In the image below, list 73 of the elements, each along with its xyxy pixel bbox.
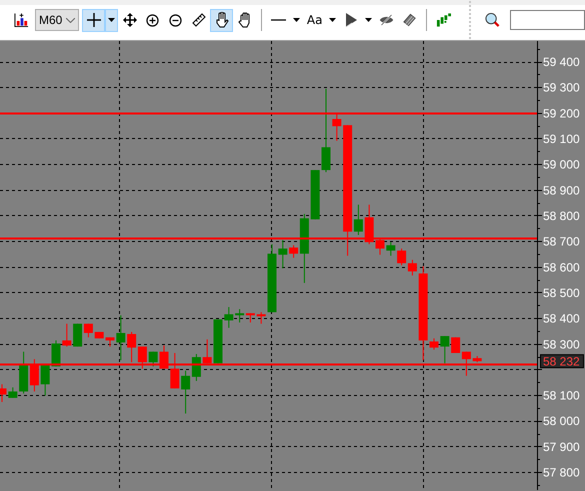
- candle: [430, 338, 438, 350]
- candle: [40, 364, 50, 396]
- caret-icon: [293, 18, 300, 22]
- layers-icon: [402, 12, 418, 28]
- price-label: 57 800: [543, 466, 580, 480]
- line-icon: [271, 18, 286, 22]
- price-label: 58 300: [543, 337, 580, 352]
- caret-icon: [108, 18, 116, 22]
- price-label: 59 300: [543, 80, 580, 95]
- candle: [364, 204, 374, 245]
- chevron-icon: [66, 18, 76, 22]
- candle: [30, 358, 39, 392]
- price-label: 57 900: [543, 440, 580, 454]
- candle: [62, 323, 72, 348]
- ruler-icon: [192, 13, 206, 27]
- price-label: 58 800: [543, 208, 580, 223]
- timeframe-dropdown[interactable]: M60: [35, 9, 80, 31]
- candle: [148, 351, 158, 367]
- caret-icon: [329, 18, 336, 22]
- price-label: 58 600: [543, 260, 580, 274]
- search-icon: [485, 12, 500, 28]
- candle: [170, 352, 180, 389]
- move-icon: [122, 13, 137, 27]
- candle: [0, 384, 6, 402]
- candle: [376, 238, 384, 256]
- pointing-hand-icon: [214, 12, 229, 28]
- candle: [116, 314, 126, 361]
- text-tool-button[interactable]: Aa: [303, 8, 326, 32]
- price-label: 58 000: [543, 414, 580, 428]
- candle: [397, 248, 406, 266]
- candle: [332, 112, 342, 142]
- candle: [268, 244, 276, 313]
- bars-icon: [436, 12, 451, 28]
- dropdown-arrow-button[interactable]: [105, 8, 118, 32]
- candle: [224, 306, 234, 328]
- candle: [202, 338, 212, 364]
- price-label: 59 400: [543, 55, 580, 70]
- candle: [472, 356, 482, 363]
- candle: [160, 345, 168, 370]
- crosshair-button[interactable]: [82, 8, 106, 32]
- candle: [246, 312, 255, 323]
- candle: [138, 346, 147, 370]
- price-label: 59 200: [543, 106, 580, 120]
- candle: [106, 336, 114, 348]
- pointing-hand-button[interactable]: [210, 8, 234, 32]
- search-field[interactable]: [510, 10, 585, 30]
- current-price-tag: 58 232: [540, 354, 584, 369]
- price-label: 58 400: [543, 312, 580, 326]
- eye-slash-icon: [379, 13, 394, 27]
- price-label: 58 900: [543, 183, 580, 198]
- bar-chart-icon: [14, 12, 29, 28]
- price-label: 58 100: [543, 388, 580, 403]
- price-label: 59 100: [543, 132, 580, 146]
- price-label: 58 700: [543, 234, 580, 249]
- candle: [278, 240, 288, 269]
- candle: [127, 331, 136, 363]
- candle: [8, 386, 18, 398]
- candle: [440, 336, 450, 364]
- price-label: 59 000: [543, 158, 580, 172]
- candle: [19, 351, 28, 394]
- candle: [52, 340, 60, 367]
- candle: [256, 312, 266, 324]
- price-label: 58 500: [543, 286, 580, 300]
- zoom-out-icon: [169, 14, 182, 26]
- candle: [310, 170, 320, 220]
- candle: [386, 242, 396, 256]
- zoom-in-icon: [146, 14, 160, 26]
- caret-icon: [365, 18, 372, 22]
- candle: [408, 259, 417, 276]
- hand-icon: [238, 12, 252, 28]
- crosshair-icon: [86, 13, 101, 27]
- candle: [214, 318, 222, 364]
- candle: [235, 308, 244, 323]
